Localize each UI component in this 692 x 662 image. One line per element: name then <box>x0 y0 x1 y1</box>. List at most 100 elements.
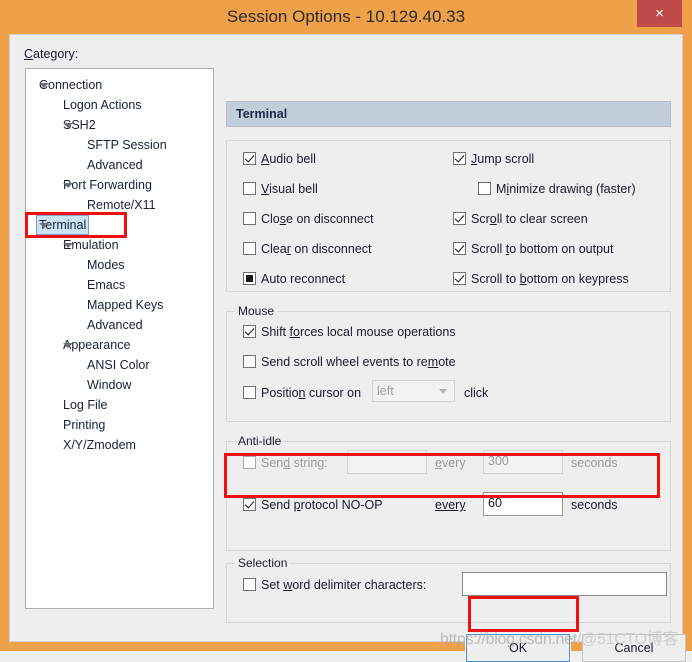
checkbox-minimize-drawing[interactable]: Minimize drawing (faster) <box>478 182 636 197</box>
tree-item-label: Window <box>87 378 132 392</box>
tree-item-port-forwarding[interactable]: Port Forwarding <box>26 175 213 195</box>
checkbox-box[interactable] <box>243 242 256 255</box>
checkbox-shift-forces-local-mouse[interactable]: Shift forces local mouse operations <box>243 325 456 340</box>
checkbox-box[interactable] <box>243 152 256 165</box>
checkbox-close-on-disconnect[interactable]: Close on disconnect <box>243 212 374 227</box>
send-string-every-label: every <box>435 456 466 470</box>
checkbox-label: Send protocol NO-OP <box>261 498 383 512</box>
checkbox-label: Send string: <box>261 456 328 470</box>
tree-item-advanced[interactable]: Advanced <box>26 155 213 175</box>
checkbox-box[interactable] <box>243 212 256 225</box>
send-string-interval-input[interactable]: 300 <box>483 450 563 474</box>
tree-item-ssh2[interactable]: SSH2 <box>26 115 213 135</box>
antiidle-group-label: Anti-idle <box>235 434 285 448</box>
checkbox-send-protocol-noop[interactable]: Send protocol NO-OP <box>243 498 383 513</box>
tree-item-remote-x11[interactable]: Remote/X11 <box>26 195 213 215</box>
checkbox-box[interactable] <box>243 498 256 511</box>
checkbox-send-scroll-wheel[interactable]: Send scroll wheel events to remote <box>243 355 456 370</box>
tree-item-label: Emacs <box>87 278 126 292</box>
checkbox-send-string[interactable]: Send string: <box>243 456 328 471</box>
chevron-down-icon <box>439 389 447 394</box>
tree-item-ansi-color[interactable]: ANSI Color <box>26 355 213 375</box>
window-title: Session Options - 10.129.40.33 <box>226 7 466 26</box>
tree-expander-icon[interactable] <box>39 83 49 88</box>
tree-expander-icon[interactable] <box>39 223 49 228</box>
tree-item-appearance[interactable]: Appearance <box>26 335 213 355</box>
tree-expander-icon[interactable] <box>63 343 73 348</box>
tree-item-label: Log File <box>63 398 108 412</box>
checkbox-label: Scroll to bottom on output <box>471 242 614 256</box>
tree-expander-icon[interactable] <box>63 183 73 188</box>
session-options-window: Session Options - 10.129.40.33 × Categor… <box>0 0 692 662</box>
title-bar: Session Options - 10.129.40.33 × <box>0 0 692 34</box>
checkbox-box[interactable] <box>453 152 466 165</box>
tree-item-connection[interactable]: Connection <box>26 75 213 95</box>
checkbox-label: Scroll to clear screen <box>471 212 588 226</box>
tree-item-label: SFTP Session <box>87 138 167 152</box>
tree-item-x-y-zmodem[interactable]: X/Y/Zmodem <box>26 435 213 455</box>
tree-item-window[interactable]: Window <box>26 375 213 395</box>
noop-every-label: every <box>435 498 466 512</box>
dialog-body: Category: Connection Logon Actions SSH2 SFT… <box>9 34 686 662</box>
cancel-button[interactable]: Cancel <box>582 634 686 662</box>
tree-item-sftp-session[interactable]: SFTP Session <box>26 135 213 155</box>
tree-item-terminal[interactable]: Terminal <box>26 215 213 235</box>
close-icon[interactable]: × <box>637 0 682 27</box>
checkbox-label: Auto reconnect <box>261 272 346 286</box>
checkbox-label: Audio bell <box>261 152 316 166</box>
tree-item-printing[interactable]: Printing <box>26 415 213 435</box>
checkbox-audio-bell[interactable]: Audio bell <box>243 152 316 167</box>
tree-item-emacs[interactable]: Emacs <box>26 275 213 295</box>
checkbox-box[interactable] <box>478 182 491 195</box>
checkbox-set-word-delimiter[interactable]: Set word delimiter characters: <box>243 578 426 593</box>
checkbox-box[interactable] <box>243 355 256 368</box>
checkbox-label: Clear on disconnect <box>261 242 372 256</box>
position-cursor-suffix: click <box>464 386 489 400</box>
checkbox-label: Send scroll wheel events to remote <box>261 355 456 369</box>
checkbox-label: Close on disconnect <box>261 212 374 226</box>
category-tree[interactable]: Connection Logon Actions SSH2 SFTP Session A… <box>25 68 214 609</box>
category-label: Category: <box>24 47 79 61</box>
checkbox-box[interactable] <box>243 325 256 338</box>
tree-item-logon-actions[interactable]: Logon Actions <box>26 95 213 115</box>
send-string-input[interactable] <box>347 450 427 474</box>
position-cursor-value: left <box>377 384 394 398</box>
word-delimiter-input[interactable] <box>462 572 667 596</box>
checkbox-box[interactable] <box>453 272 466 285</box>
checkbox-label: Minimize drawing (faster) <box>496 182 636 196</box>
tree-item-modes[interactable]: Modes <box>26 255 213 275</box>
checkbox-box[interactable] <box>453 242 466 255</box>
checkbox-box[interactable] <box>243 182 256 195</box>
tree-item-label: ANSI Color <box>87 358 150 372</box>
checkbox-box[interactable] <box>243 456 256 469</box>
send-string-seconds-label: seconds <box>571 456 618 470</box>
checkbox-clear-on-disconnect[interactable]: Clear on disconnect <box>243 242 372 257</box>
checkbox-label: Shift forces local mouse operations <box>261 325 456 339</box>
checkbox-scroll-to-bottom-on-keypress[interactable]: Scroll to bottom on keypress <box>453 272 629 287</box>
checkbox-scroll-to-clear-screen[interactable]: Scroll to clear screen <box>453 212 588 227</box>
checkbox-scroll-to-bottom-on-output[interactable]: Scroll to bottom on output <box>453 242 613 257</box>
tree-item-mapped-keys[interactable]: Mapped Keys <box>26 295 213 315</box>
ok-button[interactable]: OK <box>465 633 571 662</box>
tree-item-log-file[interactable]: Log File <box>26 395 213 415</box>
checkbox-box[interactable] <box>243 272 256 285</box>
position-cursor-select[interactable]: left <box>372 380 455 402</box>
tree-expander-icon[interactable] <box>63 123 73 128</box>
checkbox-position-cursor[interactable]: Position cursor on <box>243 386 361 401</box>
checkbox-jump-scroll[interactable]: Jump scroll <box>453 152 534 167</box>
tree-item-emulation[interactable]: Emulation <box>26 235 213 255</box>
checkbox-box[interactable] <box>243 578 256 591</box>
tree-item-advanced[interactable]: Advanced <box>26 315 213 335</box>
tree-item-label: Advanced <box>87 158 143 172</box>
tree-item-label: Mapped Keys <box>87 298 164 312</box>
checkbox-box[interactable] <box>243 386 256 399</box>
checkbox-box[interactable] <box>453 212 466 225</box>
tree-expander-icon[interactable] <box>63 243 73 248</box>
terminal-settings-panel: Terminal Audio bell Visual bell Close on… <box>226 68 671 623</box>
noop-interval-input[interactable]: 60 <box>483 492 563 516</box>
checkbox-auto-reconnect[interactable]: Auto reconnect <box>243 272 345 287</box>
checkbox-label: Position cursor on <box>261 386 362 400</box>
noop-seconds-label: seconds <box>571 498 618 512</box>
checkbox-label: Scroll to bottom on keypress <box>471 272 629 286</box>
checkbox-visual-bell[interactable]: Visual bell <box>243 182 318 197</box>
